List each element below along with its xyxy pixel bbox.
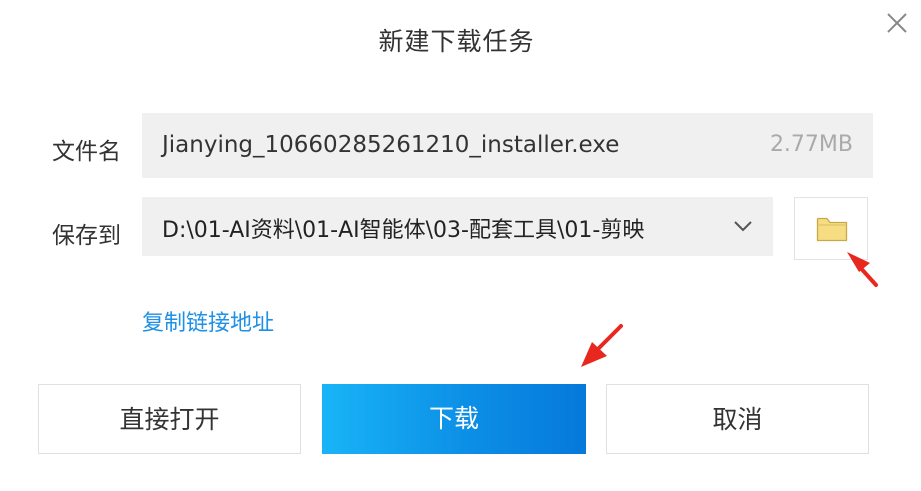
close-icon <box>887 13 907 33</box>
copy-link-address[interactable]: 复制链接地址 <box>142 305 274 337</box>
annotation-arrow-download <box>581 324 623 367</box>
close-button[interactable] <box>882 8 912 38</box>
new-download-dialog: 新建下载任务 文件名 Jianying_10660285261210_insta… <box>0 0 921 491</box>
cancel-button[interactable]: 取消 <box>606 384 869 454</box>
browse-folder-button[interactable] <box>794 197 868 260</box>
save-path-value: D:\01-AI资料\01-AI智能体\03-配套工具\01-剪映 <box>162 218 645 243</box>
folder-icon <box>816 217 848 242</box>
open-directly-button[interactable]: 直接打开 <box>38 384 301 454</box>
save-path-select[interactable]: D:\01-AI资料\01-AI智能体\03-配套工具\01-剪映 <box>142 197 773 256</box>
file-size: 2.77MB <box>769 132 853 157</box>
chevron-down-icon[interactable] <box>732 217 754 235</box>
filename-field[interactable]: Jianying_10660285261210_installer.exe 2.… <box>142 113 873 178</box>
filename-label: 文件名 <box>52 139 121 165</box>
dialog-title: 新建下载任务 <box>378 27 535 56</box>
filename-value[interactable]: Jianying_10660285261210_installer.exe <box>162 132 619 158</box>
save-to-label: 保存到 <box>52 223 121 249</box>
download-button[interactable]: 下载 <box>322 384 586 454</box>
